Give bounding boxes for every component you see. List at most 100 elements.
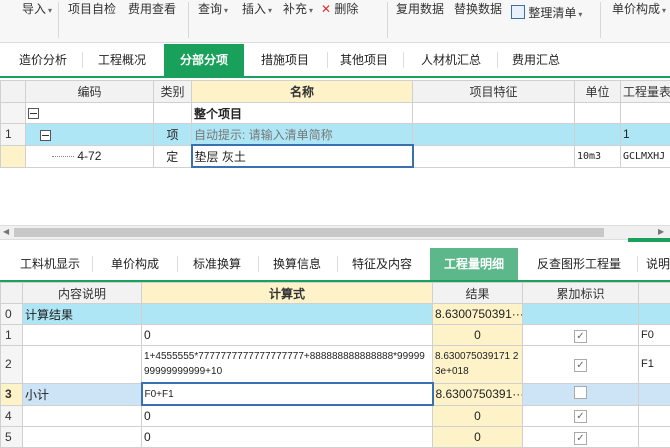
reuse-data-button[interactable]: 复用数据 — [396, 0, 444, 17]
column-header-name[interactable]: 名称 — [192, 81, 413, 103]
splitter-handle[interactable] — [628, 238, 670, 242]
column-header-quantity-expr[interactable]: 工程量表 — [621, 81, 670, 103]
expr-cell[interactable]: GCLMXHJ — [621, 145, 670, 167]
table-row[interactable]: 2 1+4555555*7777777777777777777+88888888… — [1, 346, 670, 384]
tab-labor-material-display[interactable]: 工料机显示 — [12, 248, 88, 280]
reference-cell[interactable] — [639, 405, 670, 427]
description-cell[interactable] — [23, 325, 142, 346]
query-button[interactable]: 查询▾ — [198, 0, 228, 17]
column-header-result[interactable]: 结果 — [433, 283, 523, 304]
import-button[interactable]: 导入▾ — [22, 0, 52, 17]
tab-features-content[interactable]: 特征及内容 — [340, 248, 424, 280]
description-cell[interactable] — [23, 427, 142, 448]
code-cell[interactable] — [26, 103, 154, 124]
description-cell[interactable]: 小计 — [23, 383, 142, 405]
accumulate-cell[interactable]: ✓ — [523, 405, 639, 427]
name-cell[interactable]: 垫层 灰土 — [192, 145, 413, 167]
accumulate-cell[interactable] — [523, 383, 639, 405]
tab-measures[interactable]: 措施项目 — [248, 44, 322, 76]
scrollbar-thumb[interactable] — [14, 228, 604, 237]
reference-cell[interactable] — [639, 304, 670, 325]
tab-standard-conversion[interactable]: 标准换算 — [180, 248, 254, 280]
code-cell[interactable]: 4-72 — [26, 145, 154, 167]
unit-cell[interactable] — [575, 103, 621, 124]
table-row[interactable]: 0 计算结果 8.6300750391··· — [1, 304, 670, 325]
column-header-description[interactable]: 内容说明 — [23, 283, 142, 304]
column-header-unit[interactable]: 单位 — [575, 81, 621, 103]
collapse-icon[interactable] — [40, 130, 51, 141]
scroll-left-icon[interactable]: ◀ — [3, 227, 9, 236]
table-row[interactable]: 1 0 0 ✓ F0 — [1, 325, 670, 346]
unit-price-composition-button[interactable]: 单价构成▾ — [612, 0, 666, 17]
column-header-reference[interactable] — [639, 283, 670, 304]
name-cell[interactable]: 自动提示: 请输入清单简称 — [192, 124, 413, 146]
checkbox-unchecked-icon[interactable] — [574, 386, 587, 399]
project-selfcheck-button[interactable]: 项目自检 — [68, 0, 116, 17]
description-cell[interactable]: 计算结果 — [23, 304, 142, 325]
tab-project-overview[interactable]: 工程概况 — [86, 44, 158, 76]
column-header-type[interactable]: 类别 — [154, 81, 192, 103]
reference-cell[interactable] — [639, 383, 670, 405]
description-cell[interactable] — [23, 346, 142, 384]
feature-cell[interactable] — [413, 145, 575, 167]
tab-unit-price-composition[interactable]: 单价构成 — [96, 248, 174, 280]
accumulate-cell[interactable]: ✓ — [523, 427, 639, 448]
tab-labor-material-summary[interactable]: 人材机汇总 — [408, 44, 494, 76]
result-cell[interactable]: 8.6300750391··· — [433, 383, 523, 405]
checkbox-checked-icon[interactable]: ✓ — [574, 330, 587, 343]
table-row[interactable]: 1 项 自动提示: 请输入清单简称 1 — [1, 124, 670, 146]
result-cell[interactable]: 0 — [433, 405, 523, 427]
formula-cell[interactable] — [142, 304, 433, 325]
type-cell[interactable]: 定 — [154, 145, 192, 167]
formula-cell[interactable]: 0 — [142, 427, 433, 448]
formula-cell[interactable]: 1+4555555*7777777777777777777+8888888888… — [142, 346, 433, 384]
collapse-icon[interactable] — [28, 108, 39, 119]
tab-other-items[interactable]: 其他项目 — [330, 44, 398, 76]
table-row[interactable]: 整个项目 — [1, 103, 670, 124]
tab-sub-items[interactable]: 分部分项 — [164, 44, 244, 76]
insert-button[interactable]: 插入▾ — [242, 0, 272, 17]
result-cell[interactable]: 8.6300750391··· — [433, 304, 523, 325]
description-cell[interactable] — [23, 405, 142, 427]
checkbox-checked-icon[interactable]: ✓ — [574, 432, 587, 445]
checkbox-checked-icon[interactable]: ✓ — [574, 410, 587, 423]
expr-cell[interactable]: 1 — [621, 124, 670, 146]
reference-cell[interactable] — [639, 427, 670, 448]
replace-data-button[interactable]: 替换数据 — [454, 0, 502, 17]
column-header-formula[interactable]: 计算式 — [142, 283, 433, 304]
column-header-feature[interactable]: 项目特征 — [413, 81, 575, 103]
table-row[interactable]: 4 0 0 ✓ — [1, 405, 670, 427]
result-cell[interactable]: 8.630075039171 23e+018 — [433, 346, 523, 384]
tab-cost-analysis[interactable]: 造价分析 — [8, 44, 78, 76]
delete-button[interactable]: ✕ 删除 — [321, 0, 358, 17]
reference-cell[interactable]: F1 — [639, 346, 670, 384]
tab-quantity-detail[interactable]: 工程量明细 — [430, 248, 518, 280]
feature-cell[interactable] — [413, 103, 575, 124]
reference-cell[interactable]: F0 — [639, 325, 670, 346]
result-cell[interactable]: 0 — [433, 325, 523, 346]
name-cell[interactable]: 整个项目 — [192, 103, 413, 124]
unit-cell[interactable]: 10m3 — [575, 145, 621, 167]
column-header-accumulate-flag[interactable]: 累加标识 — [523, 283, 639, 304]
formula-cell[interactable]: 0 — [142, 405, 433, 427]
result-cell[interactable]: 0 — [433, 427, 523, 448]
feature-cell[interactable] — [413, 124, 575, 146]
accumulate-cell[interactable]: ✓ — [523, 346, 639, 384]
type-cell[interactable] — [154, 103, 192, 124]
scroll-right-icon[interactable]: ▶ — [658, 227, 664, 236]
type-cell[interactable]: 项 — [154, 124, 192, 146]
tab-fee-summary[interactable]: 费用汇总 — [500, 44, 572, 76]
checkbox-checked-icon[interactable]: ✓ — [574, 359, 587, 372]
expr-cell[interactable] — [621, 103, 670, 124]
formula-cell[interactable]: 0 — [142, 325, 433, 346]
code-cell[interactable] — [26, 124, 154, 146]
table-row[interactable]: 5 0 0 ✓ — [1, 427, 670, 448]
accumulate-cell[interactable] — [523, 304, 639, 325]
horizontal-scrollbar[interactable]: ◀ ▶ — [0, 225, 670, 240]
accumulate-cell[interactable]: ✓ — [523, 325, 639, 346]
table-row[interactable]: 3 小计 F0+F1 8.6300750391··· — [1, 383, 670, 405]
tab-conversion-info[interactable]: 换算信息 — [260, 248, 334, 280]
organize-list-button[interactable]: 整理清单▾ — [511, 4, 582, 21]
supplement-button[interactable]: 补充▾ — [283, 0, 313, 17]
table-row[interactable]: 4-72 定 垫层 灰土 10m3 GCLMXHJ — [1, 145, 670, 167]
